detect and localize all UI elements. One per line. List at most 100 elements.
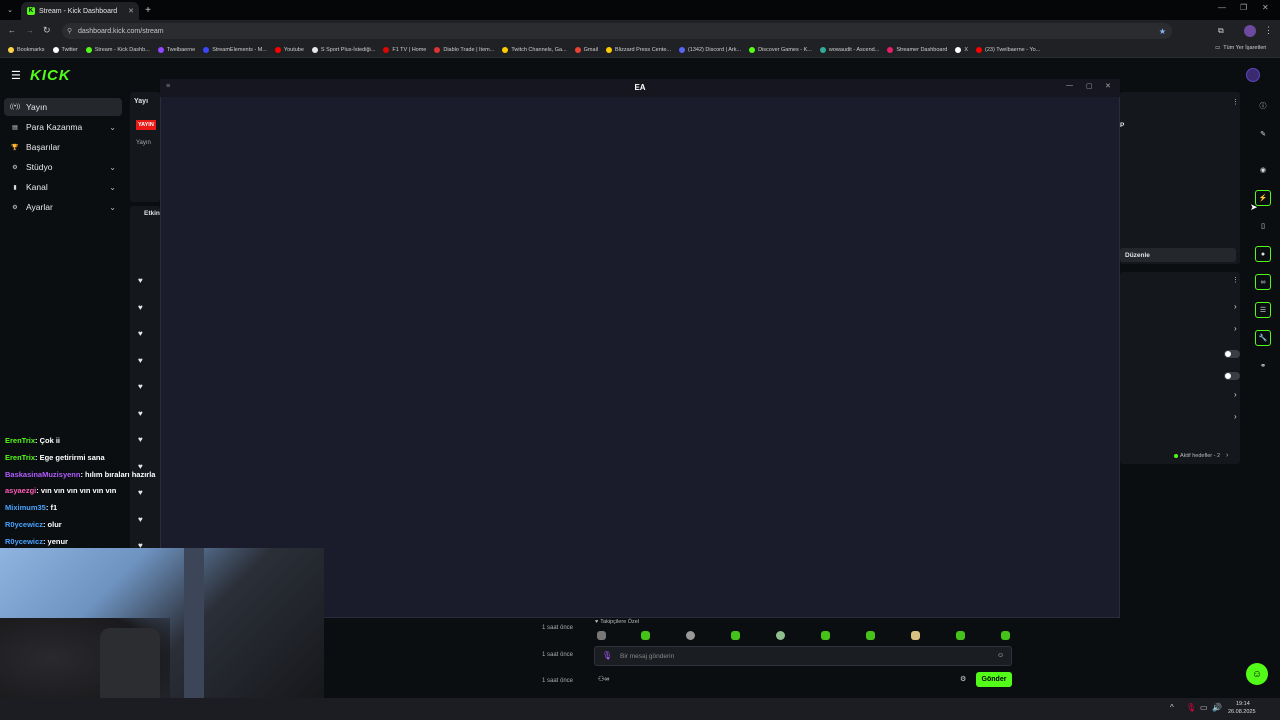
tab-close-icon[interactable]: ✕ xyxy=(128,7,134,15)
ea-menu-icon[interactable]: ≡ xyxy=(166,83,170,90)
bookmarks-bar: Bookmarks Twitter Stream - Kick Dashb... Tw… xyxy=(0,42,1280,58)
emote-icon[interactable] xyxy=(731,631,740,640)
hamburger-menu-icon[interactable]: ☰ xyxy=(11,69,21,82)
emoji-icon[interactable]: ☺ xyxy=(997,652,1004,659)
send-button[interactable]: Gönder xyxy=(976,672,1012,687)
bookmark-favicon-icon xyxy=(819,46,826,53)
bookmark-item[interactable]: Bookmarks xyxy=(8,46,45,53)
settings-card-menu-icon[interactable]: ⋮ xyxy=(1232,276,1239,284)
active-goals-link[interactable]: Aktif hedefler - 2 › xyxy=(1174,452,1228,459)
chat-input[interactable]: 🎙 Bir mesaj gönderin ☺ xyxy=(594,646,1012,666)
tray-chevron-icon[interactable]: ^ xyxy=(1170,703,1174,712)
browser-menu-icon[interactable]: ⋮ xyxy=(1264,25,1273,36)
link-icon[interactable]: ∞ xyxy=(1255,274,1271,290)
chat-username: BaskasinaMuzisyenn xyxy=(5,469,81,479)
ea-close-icon[interactable]: ✕ xyxy=(1105,82,1111,90)
emote-icon[interactable] xyxy=(776,631,785,640)
sidebar-item-ayarlar[interactable]: ⚙ Ayarlar ⌄ xyxy=(4,198,122,216)
emote-icon[interactable] xyxy=(866,631,875,640)
chat-users-icon[interactable]: ⚇∞ xyxy=(598,675,609,683)
sidebar-item-st-dyo[interactable]: ⚙ Stüdyo ⌄ xyxy=(4,158,122,176)
tray-network-icon[interactable]: ▭ xyxy=(1200,703,1208,712)
share-icon[interactable]: ⚭ xyxy=(1255,358,1271,374)
bookmark-item[interactable]: Twitch Channels, Ga... xyxy=(502,46,567,53)
chat-text: : Ege getirirmi sana xyxy=(35,452,105,462)
emote-icon[interactable] xyxy=(1001,631,1010,640)
site-info-icon[interactable]: ⚲ xyxy=(67,27,72,35)
bookmark-star-icon[interactable]: ★ xyxy=(1159,27,1166,36)
mobile-icon[interactable]: ▯ xyxy=(1255,218,1271,234)
profile-avatar[interactable] xyxy=(1244,25,1256,37)
window-restore-icon[interactable]: ❐ xyxy=(1240,3,1247,12)
mic-icon[interactable]: 🎙 xyxy=(602,651,612,660)
emote-icon[interactable] xyxy=(821,631,830,640)
emote-icon[interactable] xyxy=(597,631,606,640)
bookmark-item[interactable]: Stream - Kick Dashb... xyxy=(85,46,150,53)
chevron-right-icon[interactable]: › xyxy=(1234,324,1237,333)
bookmark-item[interactable]: F1 TV | Home xyxy=(383,46,426,53)
sidebar-item-yay-n[interactable]: ((•)) Yayın xyxy=(4,98,122,116)
bookmark-item[interactable]: Twelbaerne xyxy=(157,46,195,53)
bookmark-label: X xyxy=(964,46,969,53)
emote-icon[interactable] xyxy=(956,631,965,640)
toggle-switch[interactable] xyxy=(1224,350,1240,358)
sidebar-item-para-kazanma[interactable]: ▤ Para Kazanma ⌄ xyxy=(4,118,122,136)
bookmark-item[interactable]: S Sport Plus-İstediği... xyxy=(311,46,375,53)
tab-search-icon[interactable]: ⌄ xyxy=(4,4,16,16)
ea-minimize-icon[interactable]: — xyxy=(1066,82,1073,89)
chat-bubble-icon[interactable]: ● xyxy=(1255,246,1271,262)
bookmark-item[interactable]: (1342) Discord | Ark... xyxy=(678,46,741,53)
bookmark-item[interactable]: wowaudit - Ascend... xyxy=(819,46,879,53)
wrench-icon[interactable]: 🔧 xyxy=(1255,330,1271,346)
bookmark-item[interactable]: (23) Twelbaerne - Yo... xyxy=(976,46,1040,53)
reload-icon[interactable]: ↻ xyxy=(43,25,51,36)
chat-message: Miximum35: f1 xyxy=(5,503,57,512)
bookmark-item[interactable]: Youtube xyxy=(274,46,304,53)
bookmark-item[interactable]: Discover Games - K... xyxy=(749,46,812,53)
url-text: dashboard.kick.com/stream xyxy=(78,27,164,35)
sidebar-item-ba-ar-lar[interactable]: 🏆 Başarılar xyxy=(4,138,122,156)
tray-mic-icon[interactable]: 🎙 xyxy=(1186,703,1196,712)
chevron-right-icon[interactable]: › xyxy=(1234,302,1237,311)
bookmark-item[interactable]: Twitter xyxy=(52,46,78,53)
new-tab-button[interactable]: + xyxy=(142,3,154,17)
bookmark-item[interactable]: StreamElements - M... xyxy=(203,46,267,53)
emote-icon[interactable] xyxy=(641,631,650,640)
emote-icon[interactable] xyxy=(686,631,695,640)
sidebar-item-kanal[interactable]: ▮ Kanal ⌄ xyxy=(4,178,122,196)
edit-button[interactable]: Düzenle xyxy=(1120,248,1236,262)
support-chat-icon[interactable]: ☺ xyxy=(1246,663,1268,685)
camera-icon[interactable]: ◉ xyxy=(1255,162,1271,178)
tray-volume-icon[interactable]: 🔊 xyxy=(1212,703,1222,712)
info-icon[interactable]: ⓘ xyxy=(1255,98,1271,114)
tray-time[interactable]: 19:14 xyxy=(1236,701,1250,707)
toggle-switch[interactable] xyxy=(1224,372,1240,380)
forward-icon[interactable]: → xyxy=(26,26,34,35)
bookmark-item[interactable]: X xyxy=(955,46,969,53)
activity-heart-icon: ♥ xyxy=(138,382,143,391)
bookmark-item[interactable]: Blizzard Press Cente... xyxy=(606,46,671,53)
address-bar[interactable]: ⚲ dashboard.kick.com/stream ★ xyxy=(62,23,1172,39)
kick-logo[interactable]: KICK xyxy=(30,67,71,84)
browser-tab-active[interactable]: K Stream - Kick Dashboard ✕ xyxy=(21,2,139,20)
extensions-icon[interactable]: ⧉ xyxy=(1218,26,1224,36)
emote-icon[interactable] xyxy=(911,631,920,640)
all-bookmarks-button[interactable]: ▭ Tüm Yer İşaretleri xyxy=(1215,45,1266,51)
chat-message: ErenTrix: Ege getirirmi sana xyxy=(5,453,105,462)
bookmark-item[interactable]: Gmail xyxy=(574,46,598,53)
right-card-menu-icon[interactable]: ⋮ xyxy=(1232,98,1239,106)
window-close-icon[interactable]: ✕ xyxy=(1262,3,1269,12)
chevron-right-icon[interactable]: › xyxy=(1234,412,1237,421)
back-icon[interactable]: ← xyxy=(8,26,16,35)
bookmark-item[interactable]: Streamer Dashboard xyxy=(887,46,947,53)
user-avatar[interactable] xyxy=(1246,68,1260,82)
window-minimize-icon[interactable]: — xyxy=(1218,3,1226,12)
pencil-icon[interactable]: ✎ xyxy=(1255,126,1271,142)
chevron-right-icon[interactable]: › xyxy=(1234,390,1237,399)
bookmark-item[interactable]: Diablo Trade | Item... xyxy=(434,46,494,53)
chat-settings-icon[interactable]: ⚙ xyxy=(960,675,966,683)
server-icon[interactable]: ☰ xyxy=(1255,302,1271,318)
ea-maximize-icon[interactable]: ▢ xyxy=(1086,82,1093,90)
tray-date[interactable]: 26.08.2025 xyxy=(1228,709,1256,715)
bookmark-favicon-icon xyxy=(274,46,281,53)
